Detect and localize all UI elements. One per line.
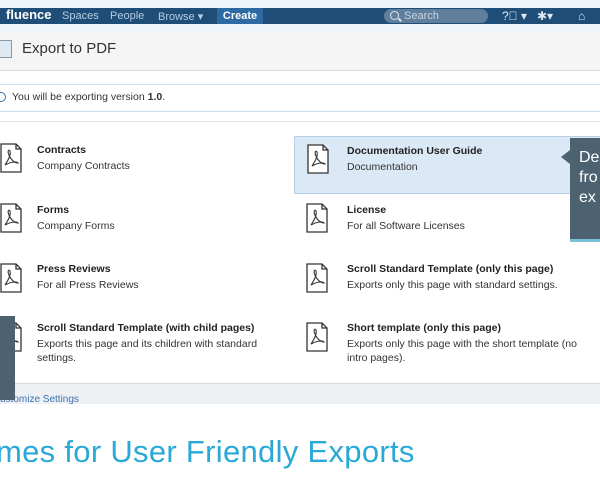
callout-accent-bar [570, 239, 600, 242]
dialog-header: Export to PDF [0, 32, 600, 71]
callout-line: ex [579, 189, 596, 206]
callout-line: fro [579, 169, 598, 186]
top-navigation: fluence Spaces People Browse ▾ Create Se… [0, 0, 600, 32]
pdf-file-icon [0, 143, 22, 173]
template-name: Press Reviews [37, 263, 111, 275]
app-logo[interactable]: fluence [6, 7, 52, 22]
template-press-reviews[interactable]: Press Reviews For all Press Reviews [0, 256, 280, 306]
pdf-file-icon [307, 144, 329, 174]
info-icon [0, 92, 6, 102]
dialog-footer: ustomize Settings [0, 383, 600, 405]
nav-strip: fluence Spaces People Browse ▾ Create Se… [0, 7, 600, 24]
dialog-title: Export to PDF [22, 40, 117, 57]
template-description: Company Forms [37, 220, 115, 232]
template-description: Documentation [347, 161, 418, 173]
pdf-file-icon [306, 322, 328, 352]
search-placeholder: Search [404, 10, 439, 22]
template-name: Forms [37, 204, 70, 216]
template-name: Scroll Standard Template (only this page… [347, 263, 554, 275]
pdf-file-icon [306, 203, 328, 233]
nav-people[interactable]: People [110, 10, 144, 22]
nav-spaces[interactable]: Spaces [62, 10, 99, 22]
template-description-line: intro pages). [347, 352, 406, 364]
nav-browse[interactable]: Browse ▾ [158, 10, 203, 23]
search-icon [390, 11, 399, 20]
template-description-line: Exports this page and its children with … [37, 338, 258, 350]
gear-icon[interactable]: ✱▾ [537, 9, 553, 23]
template-list: Contracts Company Contracts Documentatio… [0, 121, 600, 384]
version-number: 1.0 [147, 91, 163, 103]
info-text: You will be exporting version 1.0. [12, 91, 166, 103]
template-name: Contracts [37, 144, 87, 156]
pdf-file-icon [0, 263, 22, 293]
page-headline: mes for User Friendly Exports [0, 434, 415, 469]
template-description: For all Press Reviews [37, 279, 139, 291]
template-description-line: settings. [37, 352, 77, 364]
callout-line: De [579, 149, 600, 166]
template-scroll-standard-only-page[interactable]: Scroll Standard Template (only this page… [294, 256, 594, 306]
pdf-file-icon [306, 263, 328, 293]
search-input[interactable]: Search [384, 9, 488, 23]
annotation-callout-left [0, 316, 15, 400]
callout-pointer [561, 150, 570, 164]
info-message: You will be exporting version 1.0. [0, 84, 600, 112]
pdf-file-icon [0, 203, 22, 233]
template-name: Scroll Standard Template (with child pag… [37, 322, 255, 334]
template-name: License [347, 204, 387, 216]
template-short-only-page[interactable]: Short template (only this page) Exports … [294, 316, 594, 376]
create-button[interactable]: Create [217, 8, 263, 24]
notifications-icon[interactable]: ⌂ [578, 9, 585, 23]
template-license[interactable]: License For all Software Licenses [294, 196, 564, 246]
help-icon[interactable]: ?⃝ ▾ [502, 9, 527, 23]
template-scroll-standard-child-pages[interactable]: Scroll Standard Template (with child pag… [0, 316, 285, 376]
annotation-callout: De fro ex [561, 138, 600, 242]
template-name: Documentation User Guide [347, 145, 483, 157]
template-forms[interactable]: Forms Company Forms [0, 196, 280, 246]
export-icon [0, 40, 12, 58]
template-name: Short template (only this page) [347, 322, 502, 334]
template-description: Exports only this page with standard set… [347, 279, 558, 291]
template-contracts[interactable]: Contracts Company Contracts [0, 136, 280, 186]
template-description-line: Exports only this page with the short te… [347, 338, 577, 350]
template-documentation-user-guide[interactable]: Documentation User Guide Documentation [294, 136, 600, 194]
template-description: For all Software Licenses [347, 220, 465, 232]
template-description: Company Contracts [37, 160, 130, 172]
